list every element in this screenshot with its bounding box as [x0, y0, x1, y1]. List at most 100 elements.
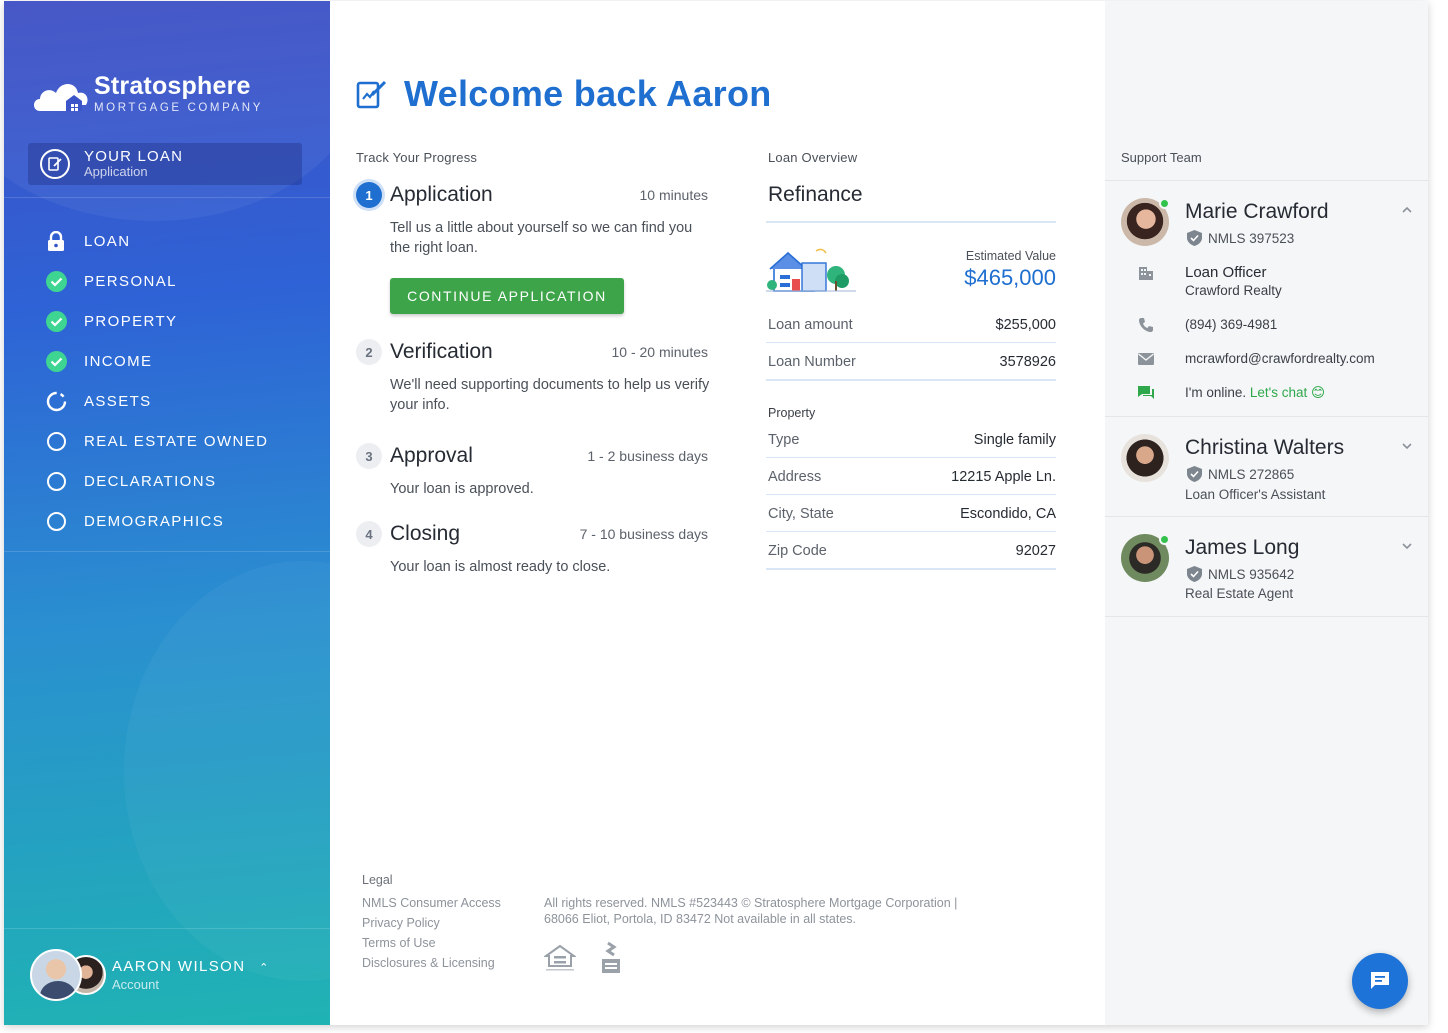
loan-type-title: Refinance	[768, 183, 863, 206]
nav-item-property[interactable]: PROPERTY	[44, 301, 268, 341]
contact-chat-row: I'm online. Let's chat 😊	[1121, 384, 1413, 402]
nmls-consumer-access-link[interactable]: NMLS Consumer Access	[362, 893, 501, 913]
nav-item-declarations[interactable]: DECLARATIONS	[44, 461, 268, 501]
chat-bubble-icon	[1138, 386, 1154, 399]
step-description: Your loan is approved.	[390, 481, 534, 497]
progress-step-closing: 4 Closing 7 - 10 business days Your loan…	[356, 521, 708, 577]
legal-heading: Legal	[362, 873, 393, 887]
property-row: Address 12215 Apple Ln.	[768, 469, 1056, 485]
account-menu[interactable]: AARON WILSON ⌃ Account	[30, 949, 270, 1001]
nav-item-label: DECLARATIONS	[84, 472, 217, 490]
disclosures-licensing-link[interactable]: Disclosures & Licensing	[362, 953, 501, 973]
member-nmls: NMLS 397523	[1208, 230, 1295, 246]
chevron-down-icon[interactable]	[1401, 440, 1413, 452]
your-loan-subtitle: Application	[84, 164, 148, 179]
divider	[4, 928, 330, 929]
support-member-james[interactable]: James Long NMLS 935642 Real Estate Agent	[1121, 534, 1413, 606]
divider	[1105, 180, 1428, 181]
account-name: AARON WILSON	[112, 958, 246, 975]
edit-document-icon	[356, 80, 387, 109]
member-email: mcrawford@crawfordrealty.com	[1185, 351, 1375, 366]
nav-item-loan[interactable]: LOAN	[44, 221, 268, 261]
equal-housing-icon	[544, 944, 576, 971]
progress-label: Track Your Progress	[356, 150, 478, 165]
chat-button[interactable]	[1352, 953, 1408, 1009]
row-value: Escondido, CA	[960, 506, 1056, 522]
step-title: Verification	[390, 340, 493, 363]
step-number: 1	[356, 182, 382, 208]
step-duration: 1 - 2 business days	[587, 448, 708, 464]
contact-phone-row[interactable]: (894) 369-4981	[1121, 316, 1413, 334]
nav-item-demographics[interactable]: DEMOGRAPHICS	[44, 501, 268, 541]
member-phone: (894) 369-4981	[1185, 317, 1278, 332]
chevron-up-icon: ⌃	[259, 962, 270, 974]
member-name: James Long	[1185, 536, 1300, 559]
support-member-christina[interactable]: Christina Walters NMLS 272865 Loan Offic…	[1121, 434, 1413, 506]
row-label: Type	[768, 432, 800, 448]
lets-chat-link[interactable]: Let's chat 😊	[1250, 385, 1325, 400]
row-label: Address	[768, 469, 822, 485]
divider	[1105, 516, 1428, 517]
footer-badges	[544, 941, 622, 975]
row-label: Zip Code	[768, 543, 827, 559]
continue-application-button[interactable]: CONTINUE APPLICATION	[390, 278, 624, 314]
member-role: Loan Officer's Assistant	[1185, 487, 1326, 502]
nav-item-income[interactable]: INCOME	[44, 341, 268, 381]
verified-shield-icon	[1187, 566, 1202, 582]
online-status-text: I'm online.	[1185, 385, 1250, 400]
check-circle-icon	[44, 269, 68, 293]
online-indicator	[1159, 534, 1170, 545]
brand-logo[interactable]: Stratosphere MORTGAGE COMPANY	[32, 69, 263, 117]
account-subtitle: Account	[112, 977, 159, 992]
nav-item-label: PERSONAL	[84, 272, 177, 290]
privacy-policy-link[interactable]: Privacy Policy	[362, 913, 501, 933]
brand-name: Stratosphere	[94, 72, 251, 100]
row-value: $255,000	[995, 317, 1056, 333]
progress-step-verification: 2 Verification 10 - 20 minutes We'll nee…	[356, 339, 710, 415]
online-indicator	[1159, 198, 1170, 209]
main-content: Welcome back Aaron Track Your Progress 1…	[330, 1, 1105, 1025]
copyright-text: All rights reserved. NMLS #523443 © Stra…	[544, 896, 958, 926]
terms-of-use-link[interactable]: Terms of Use	[362, 933, 501, 953]
step-title: Approval	[390, 444, 473, 467]
row-value: Single family	[973, 432, 1056, 448]
lock-icon	[44, 229, 68, 253]
progress-circle-icon	[44, 389, 68, 413]
your-loan-header[interactable]: YOUR LOAN Application	[28, 143, 302, 185]
step-description: We'll need supporting documents to help …	[390, 377, 710, 413]
step-duration: 10 minutes	[639, 187, 708, 203]
building-icon	[1139, 267, 1153, 280]
nav-item-label: ASSETS	[84, 392, 152, 410]
row-label: Loan Number	[768, 354, 856, 370]
nav-item-label: REAL ESTATE OWNED	[84, 432, 269, 450]
empty-circle-icon	[44, 469, 68, 493]
step-number: 3	[356, 443, 382, 469]
your-loan-title: YOUR LOAN	[84, 148, 184, 165]
verified-shield-icon	[1187, 230, 1202, 246]
bbb-accredited-icon	[602, 941, 620, 973]
row-value: 92027	[1015, 543, 1056, 559]
nav-item-real-estate-owned[interactable]: REAL ESTATE OWNED	[44, 421, 268, 461]
app-window: Stratosphere MORTGAGE COMPANY YOUR LOAN …	[4, 1, 1428, 1025]
house-illustration-icon	[766, 248, 856, 292]
contact-email-row[interactable]: mcrawford@crawfordrealty.com	[1121, 350, 1413, 368]
row-label: Loan amount	[768, 317, 853, 333]
divider	[766, 531, 1056, 532]
step-description: Tell us a little about yourself so we ca…	[390, 220, 693, 256]
progress-step-approval: 3 Approval 1 - 2 business days Your loan…	[356, 443, 708, 499]
divider	[1105, 616, 1428, 617]
nav-item-label: LOAN	[84, 232, 131, 250]
nav-item-personal[interactable]: PERSONAL	[44, 261, 268, 301]
step-description: Your loan is almost ready to close.	[390, 559, 611, 575]
chat-icon	[1371, 972, 1389, 989]
divider	[766, 379, 1056, 381]
estimated-value: $465,000	[964, 265, 1056, 290]
chevron-down-icon[interactable]	[1401, 540, 1413, 552]
brand-subtitle: MORTGAGE COMPANY	[94, 102, 263, 114]
nav-item-assets[interactable]: ASSETS	[44, 381, 268, 421]
step-title: Application	[390, 183, 493, 206]
support-team-label: Support Team	[1121, 150, 1202, 165]
chevron-up-icon[interactable]	[1401, 204, 1413, 216]
phone-icon	[1139, 318, 1153, 332]
support-team-panel: Support Team Marie Crawford NMLS 397523 …	[1105, 1, 1428, 1025]
